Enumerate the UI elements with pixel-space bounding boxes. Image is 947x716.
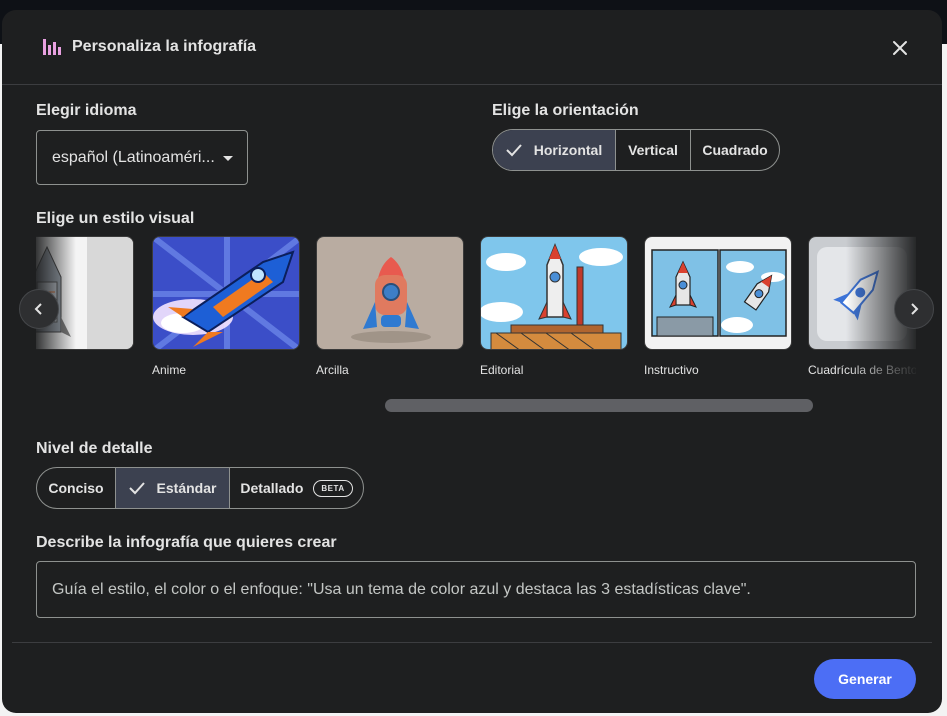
visual-style-label: Elige un estilo visual	[36, 210, 195, 227]
detail-segmented-control: Conciso Estándar Detallado BETA	[36, 467, 364, 509]
style-thumbnail-anime[interactable]	[152, 236, 300, 350]
orientation-segmented-control: Horizontal Vertical Cuadrado	[492, 129, 780, 171]
detail-option-detailed[interactable]: Detallado BETA	[229, 468, 363, 508]
generate-button[interactable]: Generar	[814, 659, 916, 699]
carousel-prev-button[interactable]	[19, 289, 59, 329]
orientation-option-label: Vertical	[628, 142, 678, 158]
orientation-option-label: Cuadrado	[702, 142, 768, 158]
style-card-label: Instructivo	[644, 363, 699, 377]
orientation-label: Elige la orientación	[492, 102, 639, 119]
style-card-label: Editorial	[480, 363, 524, 377]
detail-option-label: Detallado	[240, 480, 304, 496]
orientation-option-square[interactable]: Cuadrado	[690, 130, 779, 170]
customize-infographic-dialog: Personaliza la infografía Elegir idioma …	[2, 10, 942, 713]
detail-option-label: Conciso	[48, 480, 104, 496]
chevron-down-icon	[223, 156, 233, 161]
check-icon	[128, 482, 145, 495]
style-card-label: Arcilla	[316, 363, 349, 377]
close-icon	[893, 41, 907, 55]
chevron-right-icon	[911, 303, 919, 315]
orientation-option-vertical[interactable]: Vertical	[615, 130, 690, 170]
language-select[interactable]: español (Latinoaméri...	[36, 130, 248, 185]
close-button[interactable]	[886, 34, 914, 62]
carousel-next-button[interactable]	[894, 289, 934, 329]
style-thumbnail-clay[interactable]	[316, 236, 464, 350]
rocket-editorial-image	[481, 237, 627, 349]
carousel-scrollbar[interactable]	[385, 399, 813, 412]
orientation-option-horizontal[interactable]: Horizontal	[493, 130, 615, 170]
describe-input[interactable]: Guía el estilo, el color o el enfoque: "…	[36, 561, 916, 618]
check-icon	[506, 144, 522, 157]
describe-placeholder: Guía el estilo, el color o el enfoque: "…	[52, 581, 751, 598]
style-card-label: Cuadrícula de Bento	[808, 363, 916, 377]
rocket-anime-image	[153, 237, 299, 349]
detail-option-label: Estándar	[156, 480, 217, 496]
chevron-left-icon	[34, 303, 42, 315]
footer-divider	[12, 642, 932, 643]
bar-chart-icon	[43, 39, 61, 55]
style-card-label: Anime	[152, 363, 187, 377]
beta-badge: BETA	[313, 479, 353, 497]
style-thumbnail-editorial[interactable]	[480, 236, 628, 350]
rocket-clay-image	[317, 237, 463, 349]
rocket-instructional-image	[645, 237, 791, 349]
style-thumbnail-instructional[interactable]	[644, 236, 792, 350]
style-carousel: Anime Arcilla Editorial Instructivo Cuad…	[36, 236, 916, 416]
detail-level-label: Nivel de detalle	[36, 440, 153, 457]
orientation-option-label: Horizontal	[533, 142, 603, 158]
describe-label: Describe la infografía que quieres crear	[36, 534, 337, 551]
detail-option-concise[interactable]: Conciso	[37, 468, 115, 508]
detail-option-standard[interactable]: Estándar	[115, 468, 229, 508]
dialog-title: Personaliza la infografía	[72, 38, 257, 55]
language-value: español (Latinoaméri...	[52, 149, 215, 166]
language-label: Elegir idioma	[36, 102, 137, 119]
dialog-header: Personaliza la infografía	[2, 10, 942, 85]
